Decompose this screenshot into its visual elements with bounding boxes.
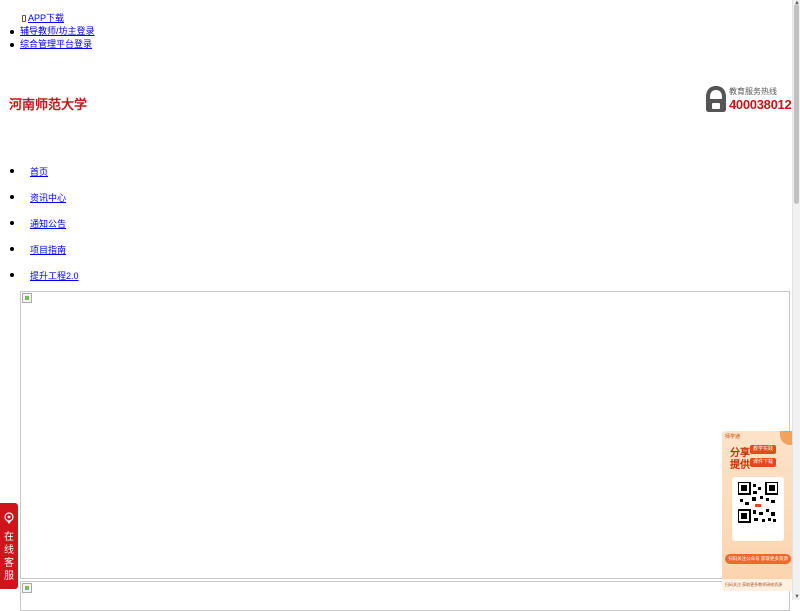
teacher-login-link[interactable]: 辅导教师/坊主登录 — [20, 25, 95, 38]
main-nav: 首页 资讯中心 通知公告 项目指南 提升工程2.0 — [10, 158, 79, 288]
nav-link-notices[interactable]: 通知公告 — [30, 217, 66, 230]
list-bullet — [10, 195, 14, 199]
chat-person-icon — [4, 512, 14, 524]
widget-heading-2: 提供 — [730, 460, 750, 471]
scrollbar-thumb[interactable] — [794, 4, 799, 204]
nav-item-news: 资讯中心 — [10, 184, 79, 210]
nav-link-news[interactable]: 资讯中心 — [30, 191, 66, 204]
nav-item-upgrade: 提升工程2.0 — [10, 262, 79, 288]
broken-image-icon — [22, 293, 32, 303]
nav-item-home: 首页 — [10, 158, 79, 184]
qr-code — [732, 477, 784, 541]
banner-image[interactable] — [20, 291, 790, 579]
qr-code-icon — [738, 482, 778, 523]
phone-icon — [22, 15, 26, 22]
top-links: APP下载 辅导教师/坊主登录 综合管理平台登录 — [10, 12, 95, 51]
hotline-number: 4000380120 — [729, 97, 799, 112]
banner-image-secondary[interactable] — [20, 581, 790, 611]
nav-link-home[interactable]: 首页 — [30, 165, 48, 178]
list-bullet — [10, 273, 14, 277]
teacher-login-row: 辅导教师/坊主登录 — [10, 25, 95, 38]
widget-footer: 扫码关注 获取更多教师研修资源 — [722, 579, 794, 591]
online-service-label: 在线客服 — [4, 532, 14, 582]
nav-item-notices: 通知公告 — [10, 210, 79, 236]
app-download-link[interactable]: APP下载 — [28, 12, 64, 25]
widget-pill-2: 课件下载 — [750, 458, 777, 467]
widget-brand: 师学通 — [725, 434, 741, 440]
admin-login-row: 综合管理平台登录 — [10, 38, 95, 51]
nav-link-upgrade[interactable]: 提升工程2.0 — [30, 269, 79, 282]
qr-promo-widget[interactable]: 师学通 分享 提供 教学实践 课件下载 扫码关注公众号 获取更多资源 扫码关注 … — [722, 431, 794, 591]
widget-pill-1: 教学实践 — [750, 445, 777, 454]
nav-link-guide[interactable]: 项目指南 — [30, 243, 66, 256]
app-download-row: APP下载 — [10, 12, 95, 25]
list-bullet — [10, 42, 14, 47]
widget-caption: 扫码关注公众号 获取更多资源 — [725, 554, 791, 564]
hotline-label: 教育服务热线 — [729, 87, 777, 96]
online-service-tab[interactable]: 在线客服 — [0, 503, 18, 589]
site-logo[interactable]: 河南师范大学 — [9, 94, 87, 113]
page-scrollbar[interactable]: ▲ ▼ — [792, 0, 800, 600]
headset-phone-icon — [706, 86, 726, 112]
list-bullet — [10, 221, 14, 225]
scroll-down-icon[interactable]: ▼ — [794, 594, 800, 600]
admin-login-link[interactable]: 综合管理平台登录 — [20, 38, 92, 51]
list-bullet — [10, 29, 14, 34]
list-bullet — [10, 169, 14, 173]
broken-image-icon — [22, 583, 32, 593]
nav-item-guide: 项目指南 — [10, 236, 79, 262]
list-bullet — [10, 247, 14, 251]
hotline: 教育服务热线 4000380120 — [705, 84, 799, 116]
